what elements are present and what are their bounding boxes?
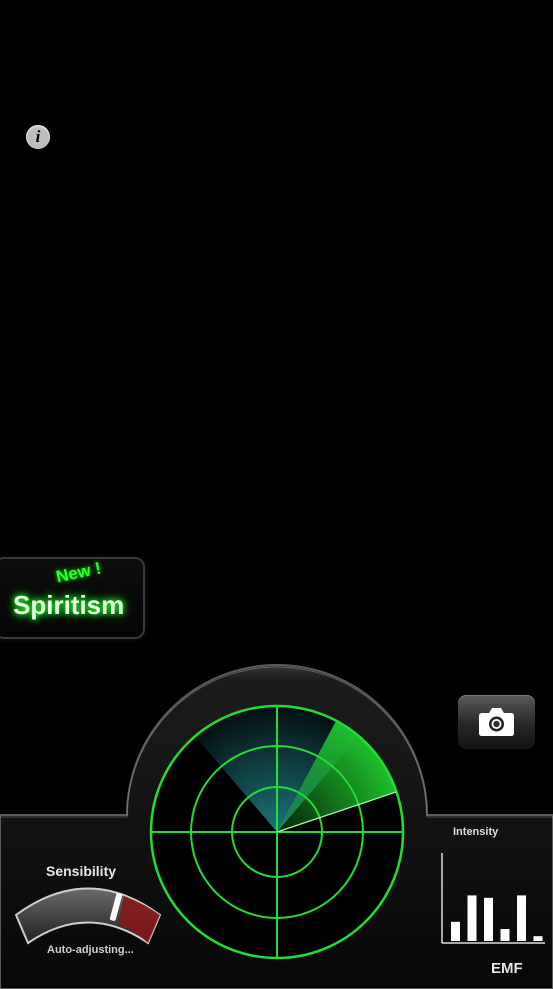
intensity-bar <box>533 936 543 941</box>
intensity-bar <box>500 929 510 941</box>
radar-scope <box>149 704 405 960</box>
intensity-bar <box>484 897 493 941</box>
intensity-bar <box>451 921 460 941</box>
intensity-bar <box>517 895 526 941</box>
sensibility-status: Auto-adjusting... <box>47 944 134 956</box>
bottom-instrument-panel <box>0 664 553 989</box>
camera-button[interactable] <box>458 695 535 749</box>
sensibility-title: Sensibility <box>46 863 117 879</box>
emf-label: EMF <box>491 960 523 977</box>
intensity-title: Intensity <box>453 826 499 838</box>
intensity-bar <box>467 895 477 941</box>
camera-icon <box>479 708 514 736</box>
